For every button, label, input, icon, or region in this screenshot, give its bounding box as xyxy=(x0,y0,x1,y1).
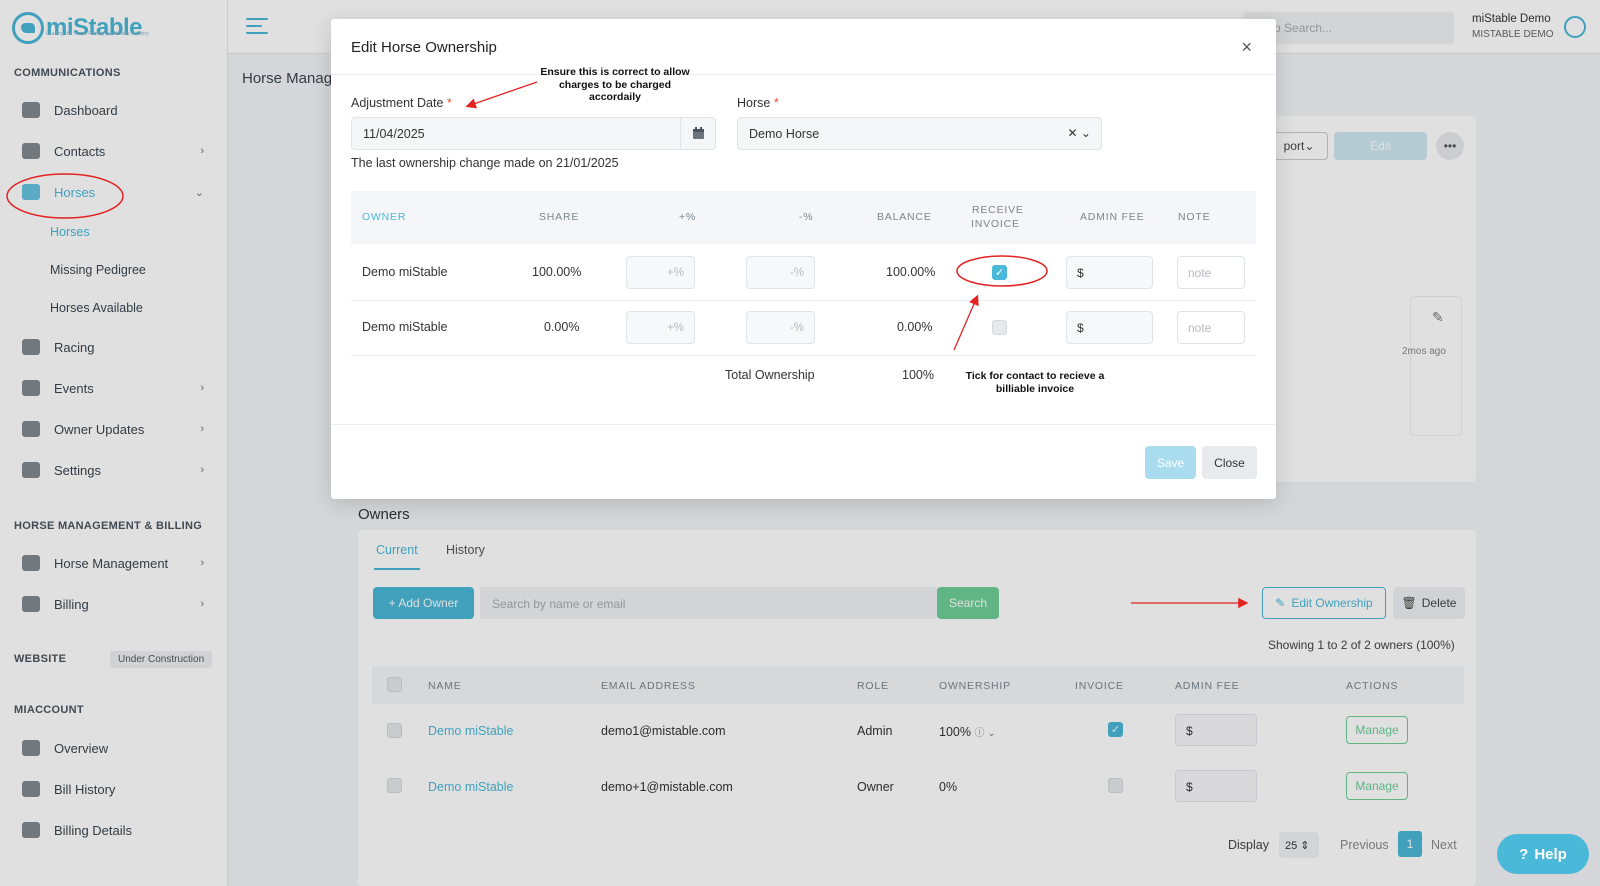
horse-label: Horse * xyxy=(737,96,779,110)
minus-percent-input[interactable]: -% xyxy=(746,256,815,289)
col-receive: RECEIVE xyxy=(972,204,1024,216)
total-ownership-value: 100% xyxy=(902,368,934,382)
plus-percent-input[interactable]: +% xyxy=(626,256,695,289)
owner-name-link[interactable]: Demo miStable xyxy=(362,265,447,279)
col-share: SHARE xyxy=(539,211,580,223)
save-button[interactable]: Save xyxy=(1145,446,1196,479)
edit-ownership-modal: Edit Horse Ownership × Adjustment Date *… xyxy=(331,19,1276,499)
note-input[interactable]: note xyxy=(1177,311,1245,344)
question-icon: ? xyxy=(1519,845,1529,863)
admin-fee-input[interactable]: $ xyxy=(1066,256,1153,289)
col-owner: OWNER xyxy=(362,211,407,223)
owner-name-link[interactable]: Demo miStable xyxy=(362,320,447,334)
clear-chevron-icon[interactable]: ✕ ⌄ xyxy=(1068,126,1091,140)
col-invoice: INVOICE xyxy=(971,218,1020,230)
adjustment-date-input[interactable]: 11/04/2025 xyxy=(351,117,716,150)
close-button[interactable]: Close xyxy=(1202,446,1257,479)
tick-annotation: Tick for contact to recieve a billiable … xyxy=(950,370,1120,395)
horse-label-text: Horse xyxy=(737,96,771,110)
receive-invoice-checkbox[interactable] xyxy=(992,320,1007,335)
help-button[interactable]: ? Help xyxy=(1497,834,1589,874)
calendar-icon[interactable] xyxy=(680,117,716,150)
owner-share: 0.00% xyxy=(544,320,580,334)
required-mark: * xyxy=(773,96,779,110)
date-annotation-line: accordaily xyxy=(589,91,641,103)
col-plus: +% xyxy=(679,211,697,223)
tick-annotation-line: Tick for contact to recieve a xyxy=(965,370,1105,382)
adjustment-date-label: Adjustment Date * xyxy=(351,96,452,110)
row-divider xyxy=(351,300,1256,301)
plus-percent-input[interactable]: +% xyxy=(626,311,695,344)
adjustment-date-text: Adjustment Date xyxy=(351,96,444,110)
date-annotation: Ensure this is correct to allow charges … xyxy=(535,66,695,104)
tick-annotation-line: billiable invoice xyxy=(995,382,1075,395)
col-minus: -% xyxy=(799,211,814,223)
owner-balance: 100.00% xyxy=(886,265,936,279)
owner-share: 100.00% xyxy=(532,265,582,279)
required-mark: * xyxy=(446,96,452,110)
col-note: NOTE xyxy=(1178,211,1211,223)
owner-balance: 0.00% xyxy=(897,320,933,334)
minus-percent-input[interactable]: -% xyxy=(746,311,815,344)
total-ownership-label: Total Ownership xyxy=(725,368,815,382)
date-annotation-line: Ensure this is correct to allow xyxy=(540,66,690,78)
modal-title: Edit Horse Ownership xyxy=(351,39,497,56)
note-input[interactable]: note xyxy=(1177,256,1245,289)
help-label: Help xyxy=(1534,845,1567,863)
horse-select[interactable]: Demo Horse ✕ ⌄ xyxy=(737,117,1102,150)
date-annotation-line: charges to be charged xyxy=(558,78,672,91)
horse-select-value: Demo Horse xyxy=(749,127,820,141)
last-change-text: The last ownership change made on 21/01/… xyxy=(351,156,619,170)
row-divider xyxy=(351,355,1256,356)
receive-invoice-checkbox[interactable]: ✓ xyxy=(992,265,1007,280)
divider xyxy=(331,424,1276,425)
col-balance: BALANCE xyxy=(877,211,932,223)
close-icon[interactable]: × xyxy=(1241,37,1252,58)
admin-fee-input[interactable]: $ xyxy=(1066,311,1153,344)
divider xyxy=(331,74,1276,75)
col-admin-fee: ADMIN FEE xyxy=(1080,211,1145,223)
